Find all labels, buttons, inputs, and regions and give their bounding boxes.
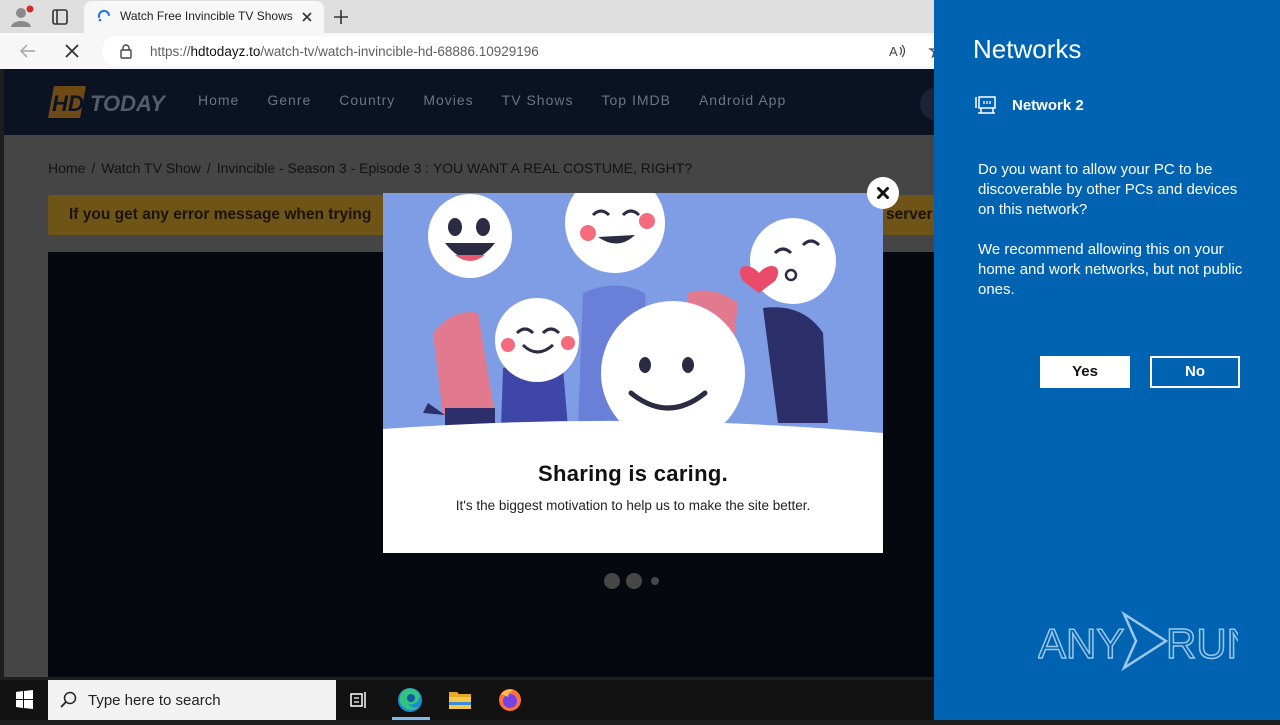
file-explorer-icon[interactable] [436, 680, 484, 720]
browser-tab-bar: Watch Free Invincible TV Shows Online [0, 0, 934, 33]
taskbar-search[interactable]: Type here to search [48, 680, 336, 720]
sharing-modal: Sharing is caring. It's the biggest moti… [383, 193, 883, 553]
nav-genre[interactable]: Genre [267, 92, 311, 112]
yes-button[interactable]: Yes [1040, 356, 1130, 388]
url-text: https://hdtodayz.to/watch-tv/watch-invin… [150, 44, 850, 60]
logo-hd-text: HD [52, 91, 84, 116]
firefox-icon[interactable] [486, 680, 534, 720]
breadcrumb-home[interactable]: Home [48, 160, 85, 178]
discoverable-question: Do you want to allow your PC to be disco… [978, 161, 1238, 218]
watermark-any: ANY [1038, 620, 1124, 667]
site-search-button[interactable] [920, 87, 934, 121]
site-nav: Home Genre Country Movies TV Shows Top I… [198, 92, 786, 112]
close-tab-icon[interactable] [298, 8, 316, 26]
loading-dot [651, 577, 659, 585]
modal-title: Sharing is caring. [537, 461, 728, 486]
breadcrumb: Home / Watch TV Show / Invincible - Seas… [48, 160, 692, 178]
svg-text:A: A [889, 44, 898, 59]
search-placeholder: Type here to search [88, 692, 221, 709]
no-button[interactable]: No [1150, 356, 1240, 388]
windows-taskbar: Type here to search [0, 680, 934, 720]
edge-taskbar-icon[interactable] [386, 680, 434, 720]
breadcrumb-separator: / [91, 160, 96, 176]
nav-android-app[interactable]: Android App [699, 92, 786, 112]
loading-dots [602, 572, 672, 590]
logo-today-text: TODAY [90, 91, 166, 116]
task-view-icon[interactable] [348, 689, 370, 711]
url-scheme: https:// [150, 44, 191, 59]
breadcrumb-separator: / [206, 160, 211, 176]
nav-country[interactable]: Country [339, 92, 395, 112]
nav-tv-shows[interactable]: TV Shows [502, 92, 574, 112]
network-name[interactable]: Network 2 [1012, 97, 1084, 114]
new-tab-icon[interactable] [330, 6, 352, 28]
start-button[interactable] [0, 680, 48, 720]
nav-top-imdb[interactable]: Top IMDB [601, 92, 670, 112]
networks-panel: Networks Network 2 Do you want to allow … [934, 0, 1280, 720]
nav-home[interactable]: Home [198, 92, 239, 112]
tab-actions-icon[interactable] [48, 6, 72, 28]
breadcrumb-section[interactable]: Watch TV Show [101, 160, 201, 178]
stop-loading-icon[interactable] [60, 40, 84, 62]
watermark-run: RUN [1166, 620, 1238, 667]
modal-close-button[interactable] [867, 177, 899, 209]
tab-title: Watch Free Invincible TV Shows Online [120, 9, 294, 23]
anyrun-watermark: ANY RUN [1037, 608, 1258, 674]
windows-logo-icon [16, 690, 33, 709]
address-bar[interactable]: https://hdtodayz.to/watch-tv/watch-invin… [102, 36, 946, 66]
recommendation-text: We recommend allowing this on your home … [978, 241, 1243, 298]
url-path: /watch-tv/watch-invincible-hd-68886.1092… [260, 44, 539, 59]
networks-title: Networks [973, 34, 1082, 64]
ethernet-network-icon [975, 94, 997, 116]
url-host: hdtodayz.to [190, 44, 261, 59]
loading-dot [626, 573, 642, 589]
back-arrow-icon[interactable] [16, 40, 40, 62]
site-logo[interactable]: HD TODAY [46, 84, 167, 120]
loading-spinner-icon [96, 9, 112, 25]
browser-tab-active[interactable]: Watch Free Invincible TV Shows Online [84, 1, 324, 33]
browser-address-row: https://hdtodayz.to/watch-tv/watch-invin… [0, 33, 946, 69]
lock-icon[interactable] [118, 43, 134, 59]
read-aloud-icon[interactable]: A [888, 42, 908, 60]
loading-dot [604, 573, 620, 589]
modal-subtitle: It's the biggest motivation to help us t… [455, 498, 811, 513]
breadcrumb-current: Invincible - Season 3 - Episode 3 : YOU … [216, 160, 693, 176]
profile-icon[interactable] [8, 4, 34, 28]
search-icon [60, 691, 78, 709]
site-header: HD TODAY Home Genre Country Movies TV Sh… [4, 69, 934, 135]
smiley-people-illustration [383, 193, 883, 445]
nav-movies[interactable]: Movies [423, 92, 473, 112]
warning-text: If you get any error message when trying [69, 206, 372, 223]
close-icon [870, 180, 896, 206]
